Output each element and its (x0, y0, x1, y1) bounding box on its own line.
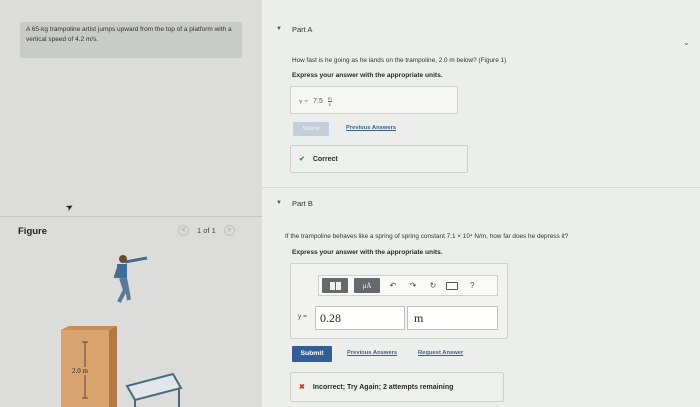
part-separator (262, 187, 700, 188)
artist-illustration (113, 255, 148, 303)
part-a-answer-box: v = 7.5 m s (290, 86, 458, 114)
part-b-feedback-text: Incorrect; Try Again; 2 attempts remaini… (312, 384, 454, 391)
figure-label: Figure (18, 226, 48, 237)
collapse-part-b-icon[interactable]: ▼ (276, 200, 282, 206)
trampoline (125, 372, 183, 407)
divider (0, 216, 262, 217)
reset-icon[interactable]: ↻ (426, 281, 440, 290)
part-b-value-input[interactable]: 0.28 (315, 306, 405, 330)
part-a-feedback-text: Correct (312, 156, 338, 163)
math-toolbar: μÅ ↶ ↷ ↻ ? (318, 275, 498, 296)
part-a-value: 7.5 (313, 98, 323, 106)
request-answer-link[interactable]: Request Answer (418, 350, 463, 356)
keyboard-icon[interactable] (446, 281, 458, 290)
x-icon: ✖ (299, 384, 305, 391)
part-b-feedback: ✖ Incorrect; Try Again; 2 attempts remai… (290, 372, 504, 402)
template-left-icon (329, 281, 335, 290)
part-b-variable: y = (298, 313, 307, 320)
platform-height-label: 2.0 m (71, 367, 89, 375)
part-b-unit-input[interactable]: m (407, 306, 498, 330)
part-a-variable: v = (299, 97, 309, 106)
figure-page-count: 1 of 1 (197, 226, 216, 235)
part-a-submit-button: Submit (293, 122, 329, 136)
template-right-icon (335, 281, 341, 290)
chevron-down-icon[interactable]: ⌄ (683, 38, 690, 47)
part-a-question: How fast is he going as he lands on the … (292, 57, 507, 64)
collapse-part-a-icon[interactable]: ▼ (276, 26, 282, 32)
next-figure-button[interactable]: > (223, 225, 235, 236)
trampoline-figure (61, 255, 183, 407)
templates-button[interactable] (322, 278, 348, 293)
help-button[interactable]: ? (470, 281, 474, 290)
figure-pager: < 1 of 1 > (178, 225, 235, 236)
part-b-previous-answers-link[interactable]: Previous Answers (347, 350, 397, 356)
part-a-previous-answers-link[interactable]: Previous Answers (346, 125, 396, 131)
part-a-feedback: ✔ Correct (290, 145, 468, 173)
prev-figure-button[interactable]: < (178, 225, 189, 236)
part-a-title[interactable]: Part A (292, 25, 312, 34)
part-b-question: If the trampoline behaves like a spring … (285, 233, 569, 240)
platform-box (61, 326, 117, 407)
problem-statement: A 65-kg trampoline artist jumps upward f… (20, 22, 242, 58)
redo-icon[interactable]: ↷ (406, 281, 420, 290)
undo-icon[interactable]: ↶ (386, 281, 400, 290)
part-b-instruction: Express your answer with the appropriate… (292, 249, 443, 256)
part-b-submit-button[interactable]: Submit (292, 346, 332, 362)
part-b-title[interactable]: Part B (292, 199, 313, 208)
units-button[interactable]: μÅ (354, 278, 380, 293)
check-icon: ✔ (299, 156, 305, 163)
part-a-unit-denominator: s (328, 102, 331, 107)
part-a-instruction: Express your answer with the appropriate… (292, 72, 443, 79)
